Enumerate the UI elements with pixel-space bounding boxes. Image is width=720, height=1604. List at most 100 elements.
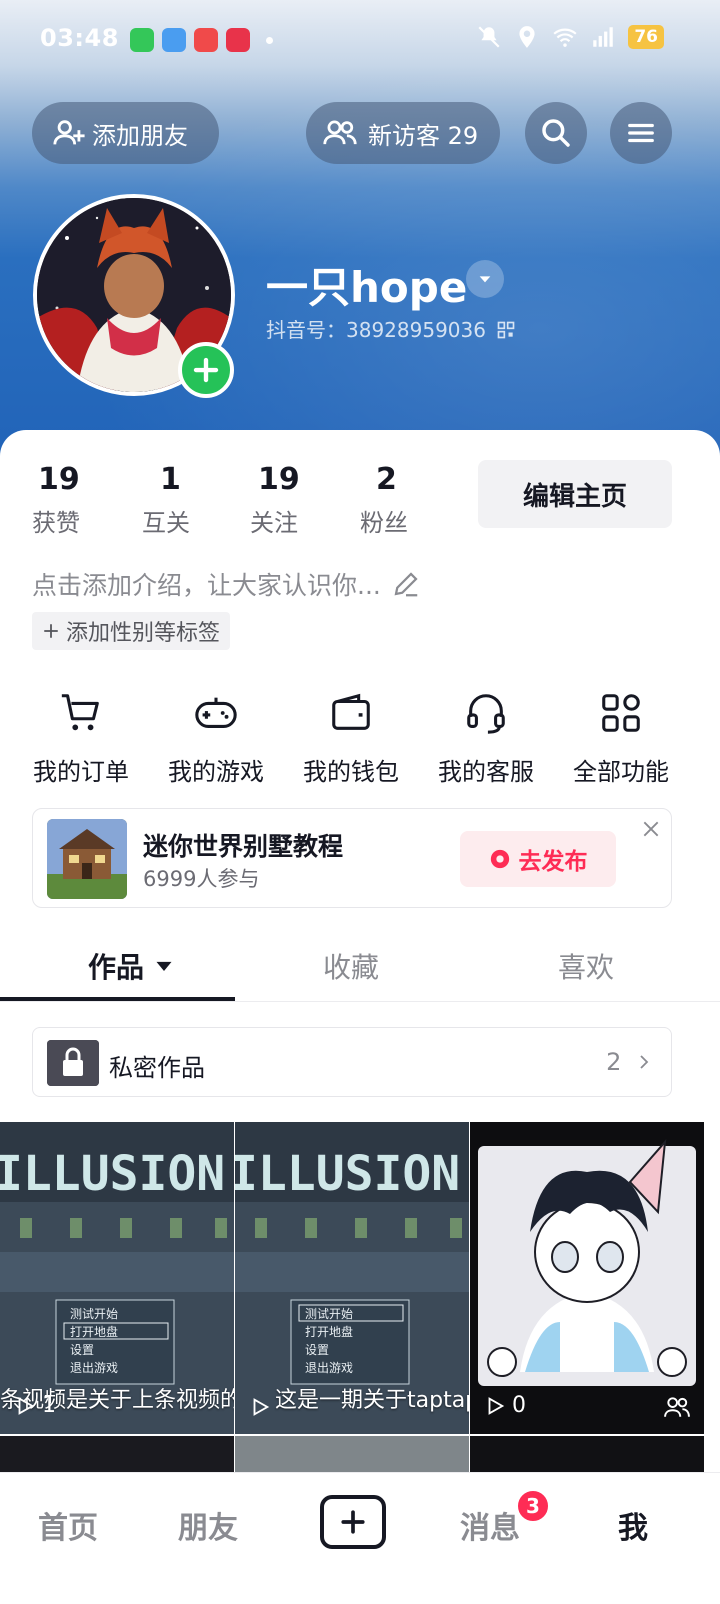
video-thumbnail[interactable]: ILLUSION 测试开始 打开地盘 设置 退出游戏 条视频是关于上条视频的延 … (0, 1122, 234, 1434)
nav-me[interactable]: 我 (618, 1503, 648, 1547)
game-menu-item: 设置 (305, 1343, 329, 1357)
promo-publish-label: 去发布 (518, 849, 588, 875)
video-thumbnail[interactable]: ILLUSION 测试开始 打开地盘 设置 退出游戏 这是一期关于taptap中 (235, 1122, 469, 1434)
grid-icon (602, 694, 640, 732)
camera-icon (490, 849, 509, 869)
game-menu-item: 打开地盘 (305, 1324, 353, 1339)
function-my-wallet[interactable]: 我的钱包 (296, 690, 406, 787)
account-switch-button[interactable] (466, 260, 504, 298)
nav-home[interactable]: 首页 (38, 1503, 98, 1547)
game-title-text: ILLUSION (235, 1146, 460, 1202)
stat-likes[interactable]: 19 获赞 (32, 462, 80, 538)
function-label: 全部功能 (573, 758, 669, 786)
wallet-icon (332, 693, 370, 730)
promo-title: 迷你世界别墅教程 (143, 832, 344, 861)
status-app-icons (130, 28, 250, 52)
status-more-dot (266, 37, 273, 44)
edit-profile-button[interactable]: 编辑主页 (478, 460, 672, 528)
nav-messages[interactable]: 消息 (460, 1503, 520, 1547)
new-visitors-label: 新访客 29 (368, 121, 479, 150)
stat-followers-count: 2 (376, 462, 397, 497)
headset-icon (467, 694, 505, 734)
promo-publish-button[interactable]: 去发布 (460, 831, 616, 887)
mute-icon (478, 26, 500, 48)
tab-likes[interactable]: 喜欢 (558, 946, 614, 986)
game-menu-item: 测试开始 (70, 1306, 118, 1321)
function-label: 我的游戏 (168, 758, 264, 786)
video-app-icon (194, 28, 218, 52)
status-bar: 03:48 76 (0, 0, 720, 82)
cart-icon (61, 694, 99, 731)
tab-favorites[interactable]: 收藏 (323, 946, 379, 986)
video-frame-character-art (470, 1122, 704, 1434)
status-time: 03:48 (40, 24, 119, 52)
function-my-games[interactable]: 我的游戏 (161, 690, 271, 787)
status-right-icons: 76 (476, 24, 664, 50)
close-icon[interactable] (641, 819, 661, 839)
function-customer-service[interactable]: 我的客服 (431, 690, 541, 787)
game-menu-item: 打开地盘 (70, 1324, 118, 1339)
menu-button[interactable] (610, 102, 672, 164)
plus-icon (193, 357, 219, 383)
add-friend-label: 添加朋友 (92, 121, 188, 150)
video-thumbnail[interactable] (0, 1436, 234, 1476)
friends-visible-icon (664, 1397, 690, 1417)
game-menu-item: 设置 (70, 1343, 94, 1357)
nav-friends[interactable]: 朋友 (178, 1503, 238, 1547)
new-visitors-button[interactable]: 新访客 29 (306, 102, 500, 164)
avatar-add-button[interactable] (178, 342, 234, 398)
stat-following-count: 19 (258, 462, 300, 497)
caret-down-icon (156, 961, 172, 971)
video-play-count: 1 (14, 1393, 56, 1418)
video-thumbnail[interactable] (470, 1436, 704, 1476)
stat-followers[interactable]: 2 粉丝 (360, 462, 408, 538)
stat-likes-label: 获赞 (32, 509, 80, 537)
private-works-row[interactable]: 私密作品 2 (32, 1027, 672, 1097)
video-thumbnail[interactable] (235, 1436, 469, 1476)
location-icon (519, 26, 535, 48)
stat-mutual[interactable]: 1 互关 (142, 462, 190, 538)
play-icon (253, 1398, 270, 1416)
messages-badge: 3 (516, 1489, 550, 1523)
stat-likes-count: 19 (38, 462, 80, 497)
douyin-id-text: 抖音号：38928959036 (266, 318, 486, 342)
function-my-orders[interactable]: 我的订单 (26, 690, 136, 787)
private-works-count: 2 (606, 1048, 651, 1076)
add-friend-button[interactable]: 添加朋友 (32, 102, 219, 164)
add-tags-button[interactable]: 添加性别等标签 (32, 612, 231, 650)
plus-icon (341, 1510, 365, 1534)
search-button[interactable] (525, 102, 587, 164)
tab-works[interactable]: 作品 (88, 946, 174, 986)
private-works-count-text: 2 (606, 1048, 622, 1076)
profile-name: 一只hope (266, 263, 468, 312)
private-works-thumbnail (47, 1040, 99, 1086)
add-tags-label: 添加性别等标签 (66, 621, 221, 646)
signal-icon (593, 27, 614, 47)
function-all-features[interactable]: 全部功能 (566, 690, 676, 787)
wifi-icon (553, 28, 577, 47)
promo-participants: 6999人参与 (143, 867, 260, 891)
bio-placeholder[interactable]: 点击添加介绍，让大家认识你... (32, 566, 421, 602)
active-tab-indicator (0, 997, 235, 1001)
game-menu-item: 测试开始 (305, 1306, 353, 1321)
message-app-icon (130, 28, 154, 52)
game-title-text: ILLUSION (0, 1146, 225, 1202)
create-post-button[interactable] (320, 1495, 386, 1549)
function-label: 我的钱包 (303, 758, 399, 786)
weather-app-icon (162, 28, 186, 52)
function-label: 我的订单 (33, 758, 129, 786)
douyin-id[interactable]: 抖音号：38928959036 (266, 314, 516, 343)
video-thumbnail[interactable]: 0 (470, 1122, 704, 1434)
plus-icon (44, 624, 58, 638)
caret-down-icon (479, 276, 491, 283)
stat-following[interactable]: 19 关注 (250, 462, 300, 538)
add-user-icon (53, 120, 85, 145)
promo-card[interactable]: 迷你世界别墅教程 6999人参与 去发布 (32, 808, 672, 908)
game-menu-item: 退出游戏 (70, 1361, 118, 1375)
play-icon (18, 1396, 35, 1415)
chevron-right-icon (640, 1055, 649, 1069)
video-play-count-text: 0 (512, 1393, 526, 1418)
bio-placeholder-text: 点击添加介绍，让大家认识你... (32, 571, 381, 600)
private-works-label: 私密作品 (109, 1054, 205, 1082)
edit-pencil-icon (394, 572, 418, 597)
